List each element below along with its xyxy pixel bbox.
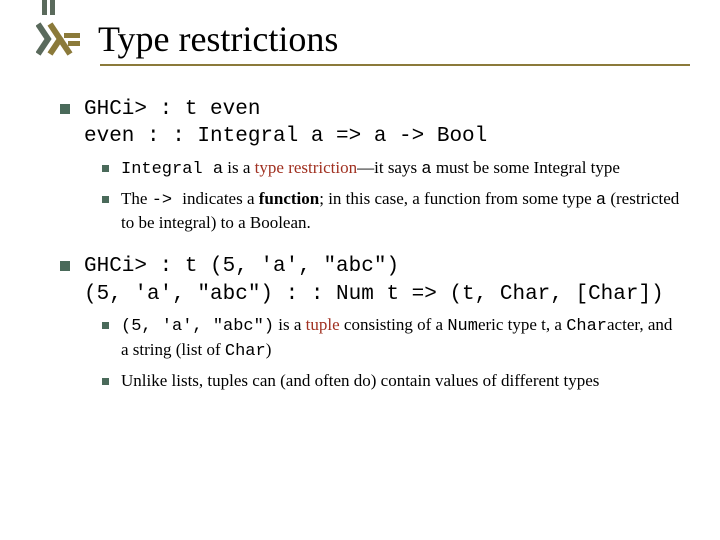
title-underline [100,64,690,66]
bullet-square-icon [102,322,109,329]
code-inline: a [421,160,431,179]
slide-header: Type restrictions [0,0,720,74]
code-inline: Integral a [121,160,223,179]
bullet-square-icon [102,378,109,385]
text: is a [274,315,306,334]
sub-bullet: (5, 'a', "abc") is a tuple consisting of… [102,314,684,364]
slide-content: GHCi> : t even even : : Integral a => a … [0,74,720,431]
text: eric type t, a [478,315,566,334]
text: ; in this case, a function from some typ… [319,189,596,208]
text: consisting of a [340,315,448,334]
text: The [121,189,152,208]
code-text: GHCi> : t (5, 'a', "abc") (5, 'a', "abc"… [84,253,664,308]
bullet-square-icon [60,261,70,271]
text: ) [266,340,272,359]
code-inline: -> [152,191,183,210]
bullet-main: GHCi> : t (5, 'a', "abc") (5, 'a', "abc"… [60,253,684,308]
code-line: GHCi> : t even [84,98,260,121]
bold-text: function [259,189,319,208]
sub-text: Integral a is a type restriction—it says… [121,157,620,182]
code-line: GHCi> : t (5, 'a', "abc") [84,255,399,278]
code-inline: Char [566,317,607,336]
code-inline: Num [447,317,478,336]
text: is a [223,158,255,177]
bullet-square-icon [102,165,109,172]
text: indicates a [182,189,258,208]
bullet-block-1: GHCi> : t even even : : Integral a => a … [60,96,684,235]
highlight-text: tuple [306,315,340,334]
code-inline: (5, 'a', "abc") [121,317,274,336]
sub-bullet: Integral a is a type restriction—it says… [102,157,684,182]
text: —it says [357,158,421,177]
sub-list: Integral a is a type restriction—it says… [60,157,684,236]
bullet-block-2: GHCi> : t (5, 'a', "abc") (5, 'a', "abc"… [60,253,684,392]
sub-list: (5, 'a', "abc") is a tuple consisting of… [60,314,684,393]
code-line: (5, 'a', "abc") : : Num t => (t, Char, [… [84,283,664,306]
sub-bullet: The -> indicates a function; in this cas… [102,188,684,236]
code-inline: a [596,191,606,210]
code-inline: Char [225,342,266,361]
bullet-main: GHCi> : t even even : : Integral a => a … [60,96,684,151]
sub-bullet: Unlike lists, tuples can (and often do) … [102,370,684,393]
code-text: GHCi> : t even even : : Integral a => a … [84,96,487,151]
sub-text: The -> indicates a function; in this cas… [121,188,684,236]
text: Unlike lists, tuples can (and often do) … [121,371,599,390]
bullet-square-icon [60,104,70,114]
haskell-logo-icon [36,22,82,56]
slide-title: Type restrictions [98,18,338,60]
sub-text: Unlike lists, tuples can (and often do) … [121,370,599,393]
sub-text: (5, 'a', "abc") is a tuple consisting of… [121,314,684,364]
text: must be some Integral type [432,158,620,177]
bullet-square-icon [102,196,109,203]
highlight-text: type restriction [255,158,357,177]
code-line: even : : Integral a => a -> Bool [84,125,487,148]
